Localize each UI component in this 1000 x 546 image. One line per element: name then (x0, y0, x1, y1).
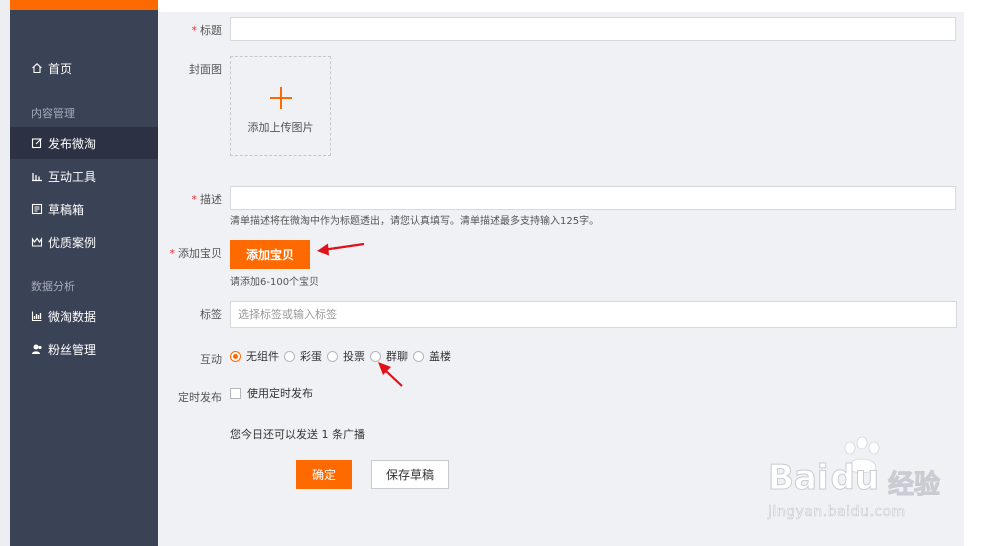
schedule-checkbox[interactable]: 使用定时发布 (230, 385, 313, 401)
tags-label: 标签 (200, 308, 222, 321)
checkbox-box (230, 387, 241, 399)
watermark-brand: Baidu (768, 458, 880, 499)
radio-circle (230, 350, 241, 362)
radio-easter-egg[interactable]: 彩蛋 (284, 348, 322, 364)
cover-label: 封面图 (189, 63, 222, 76)
draft-icon (31, 203, 43, 215)
upload-text: 添加上传图片 (247, 121, 314, 134)
sidebar-item-interaction-tools[interactable]: 互动工具 (10, 160, 158, 192)
radio-circle (284, 350, 295, 362)
save-draft-button[interactable]: 保存草稿 (371, 460, 449, 489)
annotation-arrow (317, 242, 365, 256)
sidebar-item-label: 优质案例 (48, 235, 97, 250)
baidu-watermark: Baidu 经验 jingyan.baidu.com (768, 436, 958, 526)
radio-none[interactable]: 无组件 (230, 348, 279, 364)
sidebar-item-home[interactable]: 首页 (10, 52, 158, 84)
sidebar-item-publish[interactable]: 发布微淘 (10, 127, 158, 159)
title-label: * 标题 (191, 24, 223, 37)
radio-vote[interactable]: 投票 (327, 348, 365, 364)
fans-icon (31, 343, 43, 355)
radio-build-floor[interactable]: 盖楼 (413, 348, 451, 364)
description-label: * 描述 (191, 193, 223, 206)
interaction-label: 互动 (200, 353, 222, 366)
schedule-label: 定时发布 (178, 391, 222, 404)
add-item-label: * 添加宝贝 (169, 247, 223, 260)
radio-circle (327, 350, 338, 362)
sidebar-group-analytics: 数据分析 (31, 280, 75, 293)
sidebar-item-label: 发布微淘 (48, 136, 97, 151)
broadcast-note: 您今日还可以发送 1 条广播 (230, 428, 365, 441)
crown-icon (31, 236, 43, 248)
sidebar-item-label: 粉丝管理 (48, 342, 97, 357)
sidebar-item-label: 互动工具 (48, 169, 97, 184)
add-item-hint: 请添加6-100个宝贝 (230, 277, 320, 288)
left-edge-strip (0, 0, 10, 546)
sidebar-item-cases[interactable]: 优质案例 (10, 226, 158, 258)
right-edge-strip (964, 0, 1000, 546)
interaction-radio-group: 无组件 彩蛋 投票 群聊 盖楼 (230, 348, 456, 364)
title-input[interactable] (230, 17, 956, 41)
home-icon (31, 62, 43, 74)
watermark-brand-cn: 经验 (887, 470, 941, 501)
cover-upload-box[interactable]: 添加上传图片 (230, 56, 331, 156)
description-input[interactable] (230, 186, 956, 210)
data-chart-icon (31, 310, 43, 322)
radio-circle (413, 350, 424, 362)
top-header-strip (158, 0, 964, 12)
sidebar-item-fans[interactable]: 粉丝管理 (10, 333, 158, 365)
bar-chart-icon (31, 170, 43, 182)
sidebar-item-label: 微淘数据 (48, 309, 97, 324)
sidebar-item-label: 首页 (48, 61, 73, 76)
sidebar-group-content: 内容管理 (31, 107, 75, 120)
confirm-button[interactable]: 确定 (296, 460, 352, 489)
annotation-arrow (378, 362, 403, 387)
description-hint: 清单描述将在微淘中作为标题透出，请您认真填写。清单描述最多支持输入125字。 (230, 216, 600, 227)
watermark-url: jingyan.baidu.com (768, 504, 906, 521)
brand-top-bar (10, 0, 158, 10)
sidebar-item-data[interactable]: 微淘数据 (10, 300, 158, 332)
sidebar-item-drafts[interactable]: 草稿箱 (10, 193, 158, 225)
edit-icon (31, 137, 43, 149)
add-item-button[interactable]: 添加宝贝 (230, 240, 310, 269)
tags-input[interactable]: 选择标签或输入标签 (230, 301, 957, 328)
sidebar-item-label: 草稿箱 (48, 202, 85, 217)
sidebar: 首页 内容管理 发布微淘 互动工具 草稿箱 优质案例 数据分析 微淘数据 粉丝管… (10, 0, 158, 546)
